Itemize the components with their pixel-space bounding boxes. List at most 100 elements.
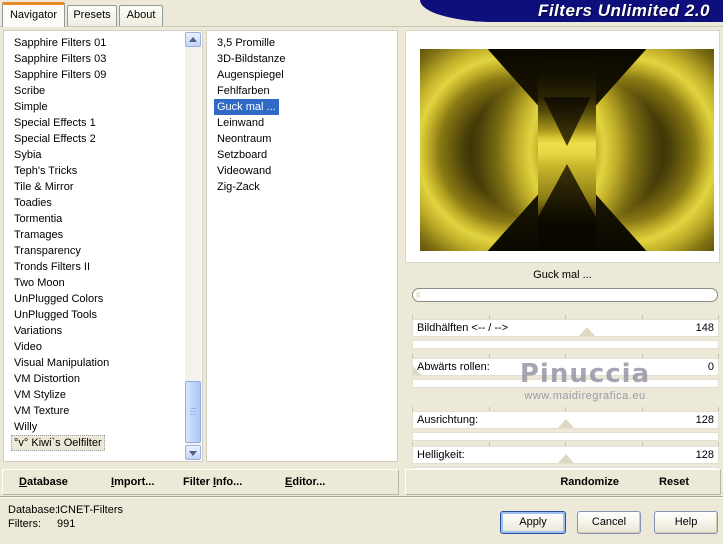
navigator-category-list[interactable]: Sapphire Filters 01 Sapphire Filters 03 … <box>3 30 203 462</box>
category-label: Special Effects 1 <box>14 117 96 129</box>
navigator-scrollbar[interactable] <box>185 32 201 460</box>
category-label: Sapphire Filters 01 <box>14 37 107 49</box>
slider-thumb[interactable] <box>413 366 421 375</box>
category-label: UnPlugged Colors <box>14 293 104 305</box>
category-list-item[interactable]: Sapphire Filters 09 <box>4 67 182 83</box>
tab[interactable]: Navigator <box>2 2 65 27</box>
filter-list-item[interactable]: Leinwand <box>207 115 397 131</box>
import-button[interactable]: Import... <box>111 470 154 494</box>
tab[interactable]: About <box>119 5 163 26</box>
category-list-item[interactable]: Special Effects 1 <box>4 115 182 131</box>
help-button[interactable]: Help <box>654 511 718 534</box>
category-list-item[interactable]: Sybia <box>4 147 182 163</box>
category-list-item[interactable]: Sapphire Filters 01 <box>4 35 182 51</box>
scrollbar-grip-icon <box>190 408 196 416</box>
slider-track[interactable] <box>412 432 719 441</box>
slider-track[interactable] <box>412 340 719 349</box>
title-banner: Filters Unlimited 2.0 <box>420 0 723 22</box>
tab-bar: Navigator Presets About Filters Unlimite… <box>0 0 723 27</box>
category-list-item[interactable]: UnPlugged Tools <box>4 307 182 323</box>
progress-bar <box>412 288 718 302</box>
filter-label: Neontraum <box>217 133 272 145</box>
category-list-item[interactable]: UnPlugged Colors <box>4 291 182 307</box>
preview-panel <box>405 30 720 263</box>
slider-thumb[interactable] <box>557 454 574 463</box>
category-list-item[interactable]: Transparency <box>4 243 182 259</box>
category-label: Scribe <box>14 85 46 97</box>
category-list-item[interactable]: Tormentia <box>4 211 182 227</box>
slider-thumb[interactable] <box>557 419 574 428</box>
slider-bar[interactable]: Ausrichtung: 128 <box>412 411 719 429</box>
category-list-item[interactable]: VM Distortion <box>4 371 182 387</box>
tab-label: About <box>126 9 156 21</box>
slider-bar[interactable]: Abwärts rollen: 0 <box>412 358 719 376</box>
apply-button[interactable]: Apply <box>500 511 566 534</box>
filter-list-item[interactable]: Fehlfarben <box>207 83 397 99</box>
filter-list-item[interactable]: Setzboard <box>207 147 397 163</box>
filters-unlimited-dialog: Navigator Presets About Filters Unlimite… <box>0 0 723 544</box>
filter-info-button[interactable]: Filter Info... <box>183 470 242 494</box>
slider-label: Bildhälften <-- / --> <box>417 322 509 334</box>
category-label: VM Distortion <box>14 373 81 385</box>
filter-label: 3,5 Promille <box>217 37 276 49</box>
category-list-item[interactable]: Tronds Filters II <box>4 259 182 275</box>
tab[interactable]: Presets <box>67 5 117 26</box>
category-list-item[interactable]: Toadies <box>4 195 182 211</box>
category-label: VM Texture <box>14 405 70 417</box>
scroll-down-button[interactable] <box>185 445 201 460</box>
scrollbar-thumb[interactable] <box>185 381 201 443</box>
slider-group: Abwärts rollen: 0 <box>412 354 719 388</box>
filter-list-item[interactable]: Guck mal ... <box>207 99 397 115</box>
preview-image <box>420 49 714 251</box>
category-list-item[interactable]: Video <box>4 339 182 355</box>
reset-button[interactable]: Reset <box>659 470 689 494</box>
category-list-item[interactable]: Tramages <box>4 227 182 243</box>
filter-label: Leinwand <box>217 117 265 129</box>
status-database-label: Database: <box>8 504 59 516</box>
category-label: Simple <box>14 101 48 113</box>
filter-list-item[interactable]: Augenspiegel <box>207 67 397 83</box>
filter-list[interactable]: 3,5 Promille 3D-Bildstanze Augenspiegel … <box>206 30 398 462</box>
category-list-item[interactable]: Willy <box>4 419 182 435</box>
tab-label: Navigator <box>9 9 58 21</box>
category-label: Tormentia <box>14 213 63 225</box>
slider-label: Ausrichtung: <box>417 414 479 426</box>
status-separator <box>0 496 723 498</box>
category-list-item[interactable]: VM Texture <box>4 403 182 419</box>
editor-button[interactable]: Editor... <box>285 470 325 494</box>
cancel-button[interactable]: Cancel <box>577 511 641 534</box>
slider-value: 0 <box>707 361 714 373</box>
category-list-item[interactable]: Teph's Tricks <box>4 163 182 179</box>
category-list-item[interactable]: Visual Manipulation <box>4 355 182 371</box>
category-list-item[interactable]: Variations <box>4 323 182 339</box>
category-list-item[interactable]: Sapphire Filters 03 <box>4 51 182 67</box>
slider-bar[interactable]: Helligkeit: 128 <box>412 446 719 464</box>
scroll-up-button[interactable] <box>185 32 201 47</box>
slider-bar[interactable]: Bildhälften <-- / --> 148 <box>412 319 719 337</box>
slider-track[interactable] <box>412 379 719 388</box>
category-label: Sybia <box>14 149 42 161</box>
category-label: Sapphire Filters 03 <box>14 53 107 65</box>
category-label: Variations <box>14 325 63 337</box>
category-label: Toadies <box>14 197 52 209</box>
category-list-item[interactable]: Two Moon <box>4 275 182 291</box>
randomize-button[interactable]: Randomize <box>560 470 619 494</box>
category-list-item[interactable]: Special Effects 2 <box>4 131 182 147</box>
database-button[interactable]: Database <box>19 470 68 494</box>
filter-list-item[interactable]: Neontraum <box>207 131 397 147</box>
slider-thumb[interactable] <box>578 327 595 336</box>
filter-list-item[interactable]: 3D-Bildstanze <box>207 51 397 67</box>
category-list-item[interactable]: VM Stylize <box>4 387 182 403</box>
category-list-item[interactable]: Tile & Mirror <box>4 179 182 195</box>
toolbar-right: Randomize Reset <box>405 469 721 495</box>
category-label: Two Moon <box>14 277 65 289</box>
category-label: Transparency <box>14 245 81 257</box>
category-list-item[interactable]: Scribe <box>4 83 182 99</box>
filter-list-item[interactable]: Zig-Zack <box>207 179 397 195</box>
filter-list-item[interactable]: 3,5 Promille <box>207 35 397 51</box>
preview-inner-v-top <box>543 97 591 146</box>
category-list-item[interactable]: °v° Kiwi`s Oelfilter <box>4 435 182 451</box>
category-label: UnPlugged Tools <box>14 309 97 321</box>
filter-list-item[interactable]: Videowand <box>207 163 397 179</box>
category-list-item[interactable]: Simple <box>4 99 182 115</box>
